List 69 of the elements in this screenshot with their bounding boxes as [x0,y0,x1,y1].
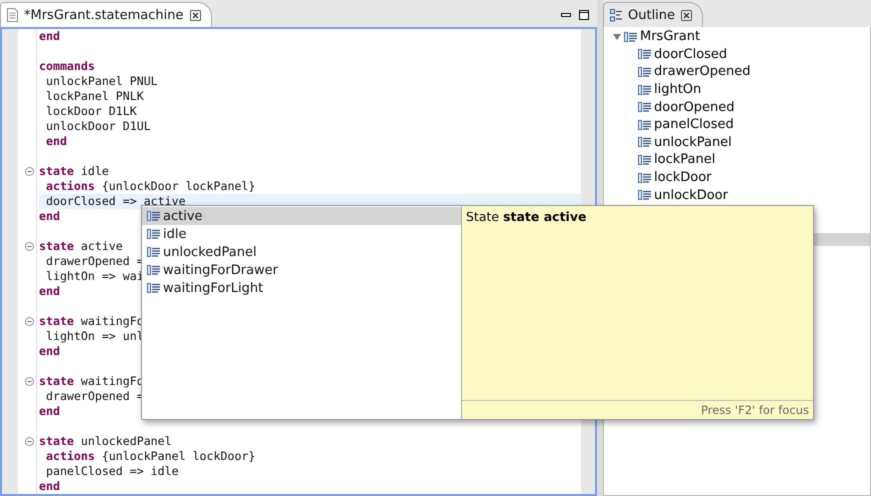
code-line: state unlockedPanel [39,434,172,448]
code-line: end [39,209,60,223]
code-line: lockDoor D1LK [44,104,137,118]
element-icon [147,211,161,221]
element-icon [638,66,652,77]
completion-item[interactable]: active [142,207,461,225]
element-icon [147,265,161,275]
code-line: actions {unlockPanel lockDoor} [44,449,256,463]
code-line: state active [39,239,123,253]
code-line: unlockPanel PNUL [44,74,158,88]
code-line: lockPanel PNLK [44,89,144,103]
tree-item[interactable]: unlockPanel [638,134,870,152]
code-line: end [39,29,60,43]
code-line: end [39,344,60,358]
element-icon [147,283,161,293]
code-line: lightOn => unl [44,329,144,343]
tree-item[interactable]: doorClosed [638,46,870,64]
collapse-icon[interactable] [25,377,34,386]
code-line: end [44,134,67,148]
element-icon [638,172,652,183]
code-line: end [39,404,60,418]
code-line: end [39,284,60,298]
completion-item[interactable]: idle [142,225,461,243]
tree-item[interactable]: unlockDoor [638,186,870,204]
code-line: unlockDoor D1UL [44,119,151,133]
close-icon[interactable] [190,10,200,20]
code-line: lightOn => wai [44,269,144,283]
close-icon[interactable] [681,10,692,20]
element-icon [638,120,652,130]
code-line: state idle [39,164,109,178]
element-icon [638,84,652,95]
code-line: doorClosed => active [44,194,186,208]
element-icon [147,229,161,239]
element-icon [638,49,652,60]
expander-icon[interactable] [612,32,622,42]
maximize-icon[interactable] [579,10,589,20]
completion-item[interactable]: waitingForLight [142,279,461,297]
element-icon [147,247,161,257]
collapse-icon[interactable] [25,437,34,446]
code-line: actions {unlockDoor lockPanel} [44,179,256,193]
tree-item[interactable]: lightOn [638,80,870,98]
code-line: panelClosed => idle [44,464,179,478]
code-line: end [39,479,60,493]
completion-item[interactable]: waitingForDrawer [142,261,461,279]
code-line: commands [39,59,95,73]
tree-item[interactable]: panelClosed [638,116,870,134]
element-icon [638,154,652,165]
minimize-icon[interactable] [561,13,571,17]
editor-tab[interactable]: *MrsGrant.statemachine [0,2,212,27]
documentation-text: State state active [466,209,586,224]
element-icon [638,102,652,112]
tree-item[interactable]: lockPanel [638,151,870,169]
collapse-icon[interactable] [25,317,34,326]
tree-item[interactable]: doorOpened [638,98,870,116]
element-icon [638,190,652,200]
code-line: state waitingFo [39,374,144,388]
focus-hint: Press 'F2' for focus [701,403,809,417]
outline-tab[interactable]: Outline [603,2,704,27]
tree-item[interactable]: MrsGrant [612,28,870,46]
completion-item[interactable]: unlockedPanel [142,243,461,261]
outline-icon [610,8,622,22]
tree-item[interactable]: drawerOpened [638,63,870,81]
code-line: state waitingFo [39,314,144,328]
tree-item[interactable]: lockDoor [638,168,870,186]
element-icon [638,137,652,148]
collapse-icon[interactable] [25,242,34,251]
file-icon [7,8,18,22]
element-icon [624,32,638,42]
collapse-icon[interactable] [25,167,34,176]
